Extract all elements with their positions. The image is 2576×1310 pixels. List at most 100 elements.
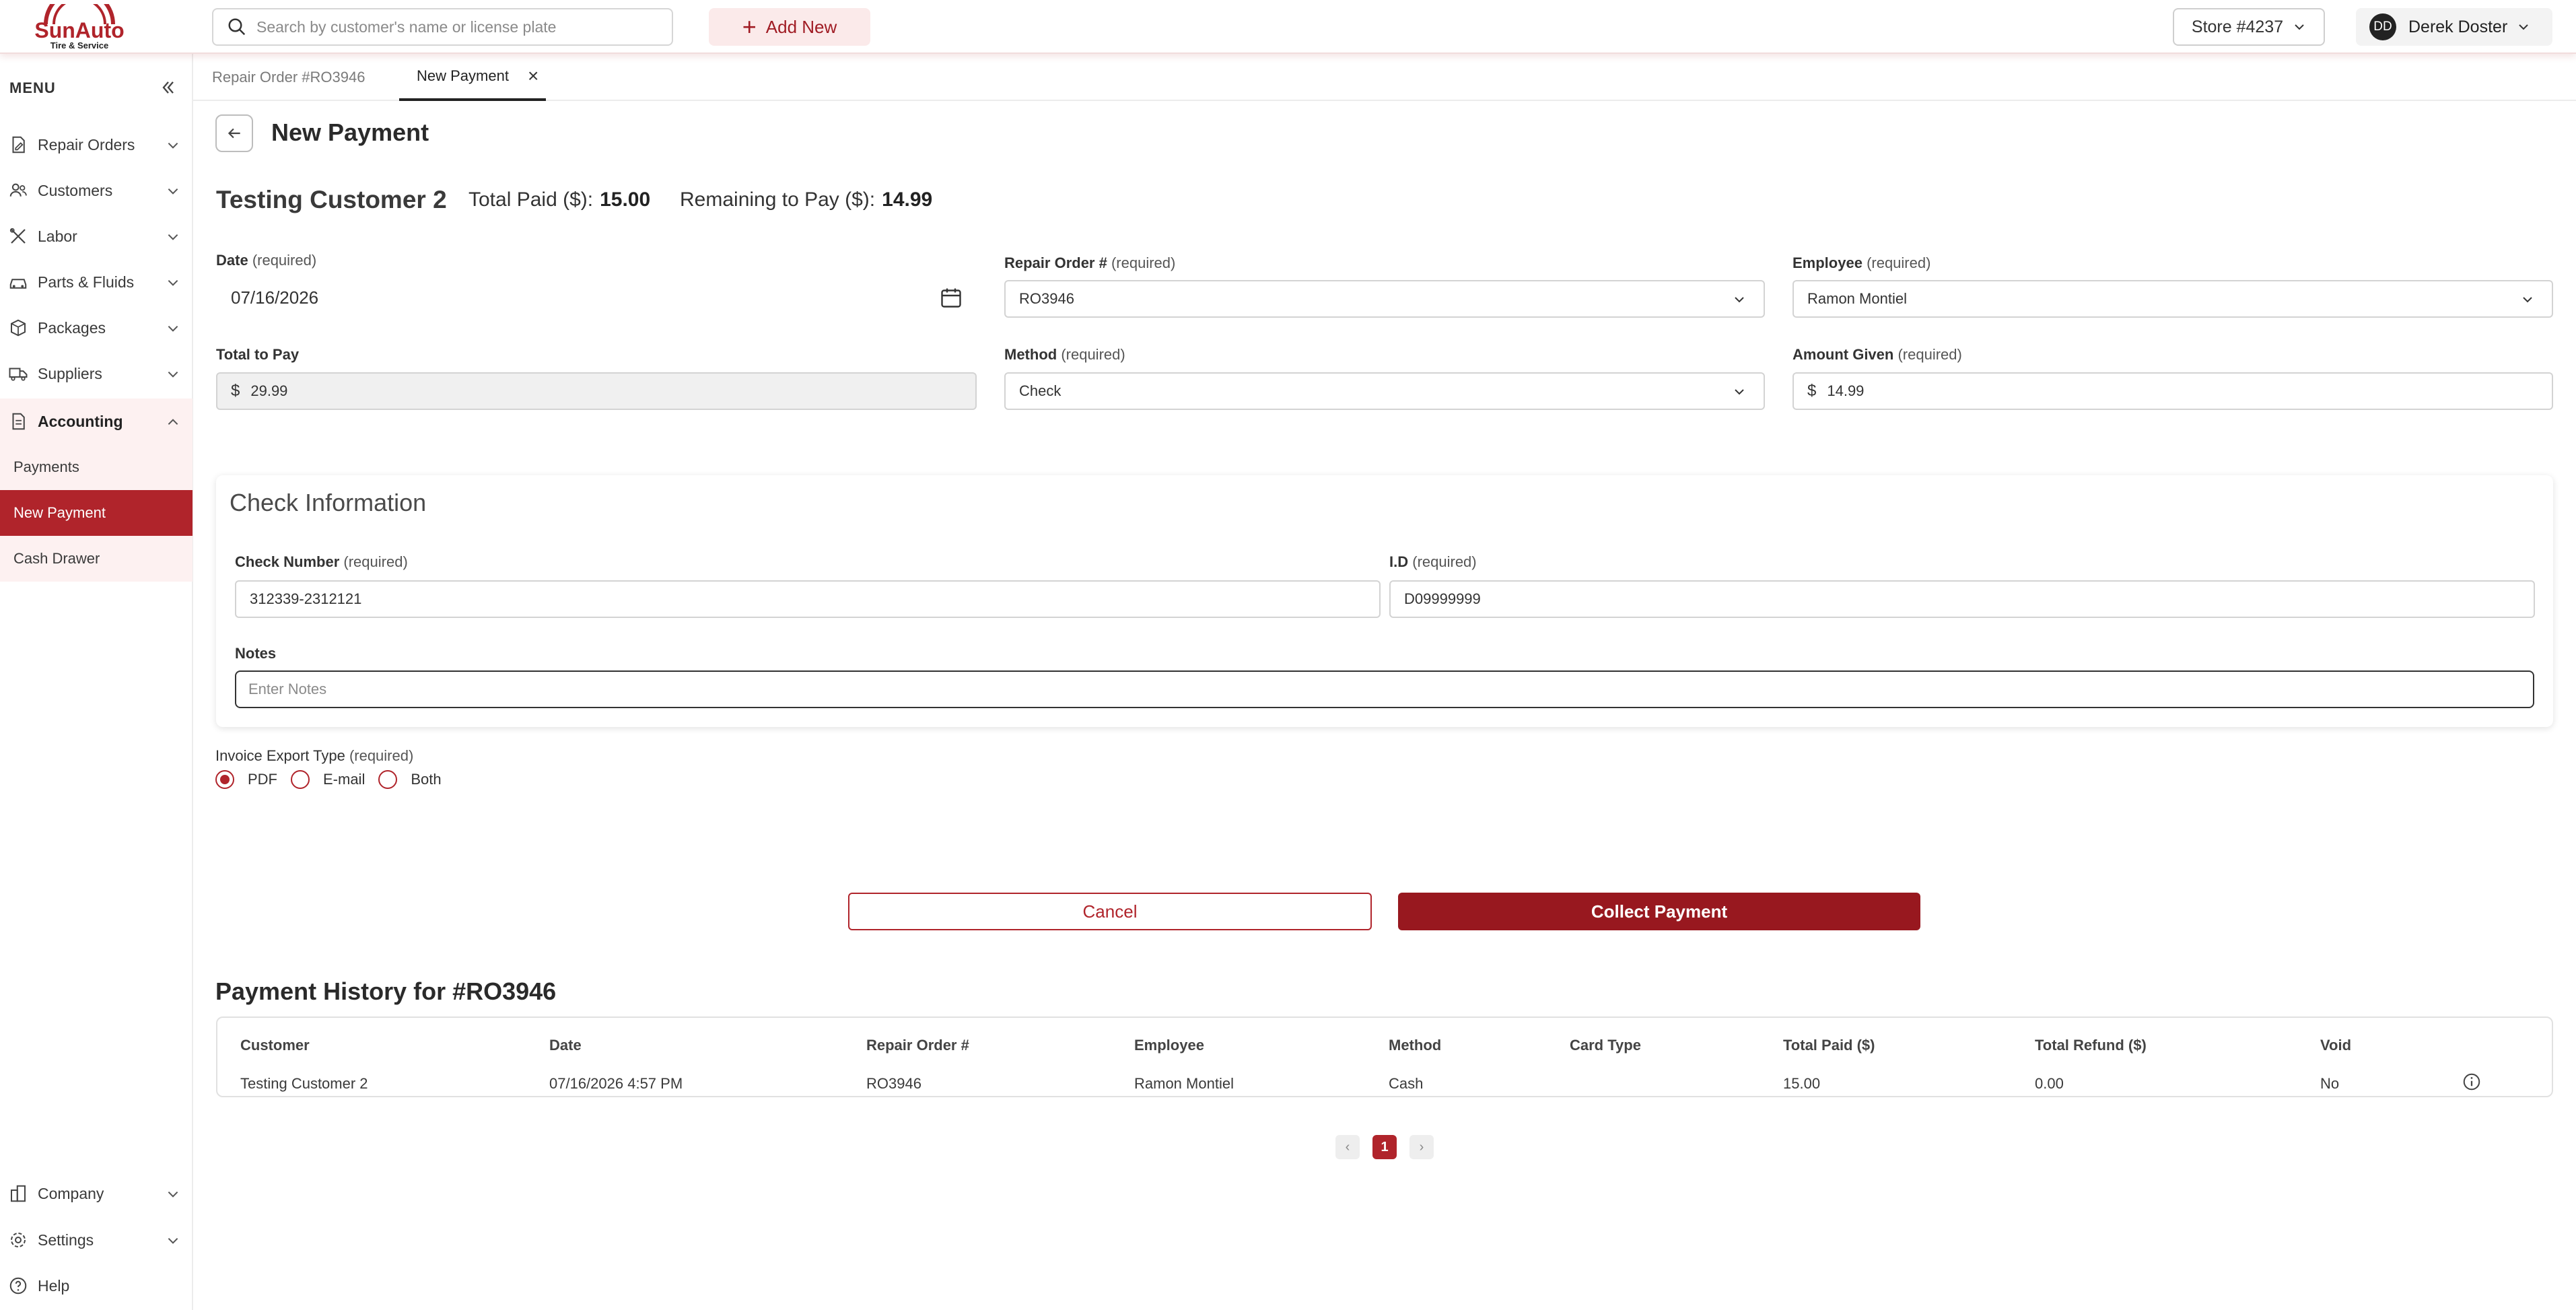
total-paid-summary: Total Paid ($): 15.00: [468, 188, 650, 211]
sidebar-item-repair-orders[interactable]: Repair Orders: [0, 122, 193, 168]
chevron-down-icon: [168, 142, 178, 149]
date-value: 07/16/2026: [231, 287, 319, 308]
users-icon: [9, 183, 27, 197]
user-menu[interactable]: DD Derek Doster: [2356, 8, 2552, 46]
add-new-button[interactable]: + Add New: [709, 8, 870, 46]
chevron-down-icon: [168, 1191, 178, 1198]
top-bar: SunAuto Tire & Service + Add New Store #…: [0, 0, 2576, 54]
employee-label: Employee (required): [1792, 254, 1931, 271]
search-box[interactable]: [212, 8, 673, 46]
table-cell: Ramon Montiel: [1134, 1075, 1234, 1092]
sidebar-subitem-new-payment[interactable]: New Payment: [0, 490, 193, 536]
store-selector[interactable]: Store #4237: [2173, 8, 2325, 46]
chevron-down-icon: [168, 188, 178, 195]
table-cell: 07/16/2026 4:57 PM: [549, 1075, 683, 1092]
date-field[interactable]: 07/16/2026: [216, 279, 977, 316]
currency-symbol: $: [1807, 382, 1817, 400]
radio-email-label: E-mail: [323, 771, 365, 788]
sidebar-item-labor[interactable]: Labor: [0, 213, 193, 259]
user-name: Derek Doster: [2408, 17, 2508, 36]
sidebar-subitem-payments[interactable]: Payments: [0, 444, 193, 490]
sidebar-item-packages[interactable]: Packages: [0, 305, 193, 351]
amount-given-field[interactable]: $ 14.99: [1792, 372, 2553, 410]
column-header: Method: [1389, 1037, 1442, 1054]
total-to-pay-label: Total to Pay: [216, 346, 300, 363]
brand-name: SunAuto: [34, 18, 124, 42]
chevron-down-icon: [2519, 24, 2528, 30]
notes-input[interactable]: [248, 681, 2470, 698]
payment-history-title: Payment History for #RO3946: [215, 977, 557, 1005]
employee-select[interactable]: Ramon Montiel: [1792, 280, 2553, 318]
box-icon: [11, 319, 26, 337]
total-paid-label: Total Paid ($):: [468, 188, 594, 211]
chevron-down-icon: [168, 371, 178, 378]
repair-order-select[interactable]: RO3946: [1004, 280, 1765, 318]
check-number-field[interactable]: 312339-2312121: [235, 580, 1381, 618]
column-header: Card Type: [1570, 1037, 1641, 1054]
date-label: Date (required): [216, 252, 317, 269]
id-field[interactable]: D09999999: [1389, 580, 2535, 618]
building-icon: [11, 1185, 26, 1202]
tab-label: Repair Order #RO3946: [212, 69, 365, 85]
sidebar-item-accounting[interactable]: Accounting: [0, 399, 193, 444]
total-to-pay-value: 29.99: [250, 382, 288, 399]
notes-label: Notes: [235, 645, 277, 662]
payment-history-table: Customer Date Repair Order # Employee Me…: [216, 1016, 2553, 1097]
column-header: Customer: [240, 1037, 310, 1054]
pagination-next-button[interactable]: ›: [1409, 1135, 1434, 1159]
collapse-sidebar-icon[interactable]: [159, 78, 178, 97]
brand-tagline: Tire & Service: [50, 40, 108, 50]
add-new-label: Add New: [765, 16, 837, 37]
sidebar-item-help[interactable]: Help: [0, 1263, 193, 1309]
check-number-value: 312339-2312121: [250, 590, 362, 607]
close-icon[interactable]: ×: [528, 65, 538, 87]
currency-symbol: $: [231, 382, 240, 400]
pagination-prev-button[interactable]: ‹: [1335, 1135, 1360, 1159]
pagination-page-1[interactable]: 1: [1372, 1135, 1397, 1159]
cancel-button[interactable]: Cancel: [848, 893, 1372, 930]
car-icon: [9, 279, 27, 289]
column-header: Total Refund ($): [2035, 1037, 2147, 1054]
sidebar-item-parts-fluids[interactable]: Parts & Fluids: [0, 259, 193, 305]
tab-new-payment[interactable]: New Payment ×: [399, 54, 546, 101]
radio-both[interactable]: [378, 770, 398, 789]
search-input[interactable]: [256, 18, 660, 36]
radio-both-label: Both: [411, 771, 442, 788]
column-header: Void: [2320, 1037, 2352, 1054]
method-select[interactable]: Check: [1004, 372, 1765, 410]
sidebar-item-customers[interactable]: Customers: [0, 168, 193, 213]
sidebar-item-label: Labor: [38, 227, 77, 245]
sidebar-subitem-cash-drawer[interactable]: Cash Drawer: [0, 536, 193, 582]
table-cell: Testing Customer 2: [240, 1075, 368, 1092]
customer-name: Testing Customer 2: [216, 186, 447, 213]
table-cell: 15.00: [1783, 1075, 1821, 1092]
table-cell: Cash: [1389, 1075, 1424, 1092]
calendar-icon[interactable]: [939, 285, 963, 310]
radio-pdf[interactable]: [215, 770, 234, 789]
sidebar-item-settings[interactable]: Settings: [0, 1217, 193, 1263]
plus-icon: +: [742, 13, 757, 40]
brand-logo[interactable]: SunAuto Tire & Service: [26, 0, 133, 51]
collect-payment-button[interactable]: Collect Payment: [1398, 893, 1920, 930]
menu-title: MENU: [9, 79, 56, 96]
gear-icon: [11, 1233, 26, 1247]
sidebar-item-label: Accounting: [38, 412, 123, 430]
chevron-down-icon: [1735, 389, 1744, 395]
tools-icon: [9, 228, 26, 244]
chevron-down-icon: [2295, 24, 2304, 30]
tab-repair-order[interactable]: Repair Order #RO3946: [212, 54, 365, 101]
check-number-label: Check Number (required): [235, 553, 408, 570]
sidebar-item-suppliers[interactable]: Suppliers: [0, 351, 193, 397]
repair-order-value: RO3946: [1019, 290, 1074, 307]
radio-email[interactable]: [291, 770, 310, 789]
notes-field[interactable]: [235, 670, 2534, 708]
sidebar-item-label: Packages: [38, 318, 106, 337]
table-cell: No: [2320, 1075, 2340, 1092]
chevron-down-icon: [1735, 297, 1744, 303]
total-to-pay-field: $ 29.99: [216, 372, 977, 410]
help-icon: [9, 1277, 27, 1295]
chevron-down-icon: [168, 279, 178, 286]
info-icon[interactable]: [2462, 1072, 2482, 1092]
back-button[interactable]: [215, 114, 253, 152]
sidebar-item-company[interactable]: Company: [0, 1171, 193, 1216]
